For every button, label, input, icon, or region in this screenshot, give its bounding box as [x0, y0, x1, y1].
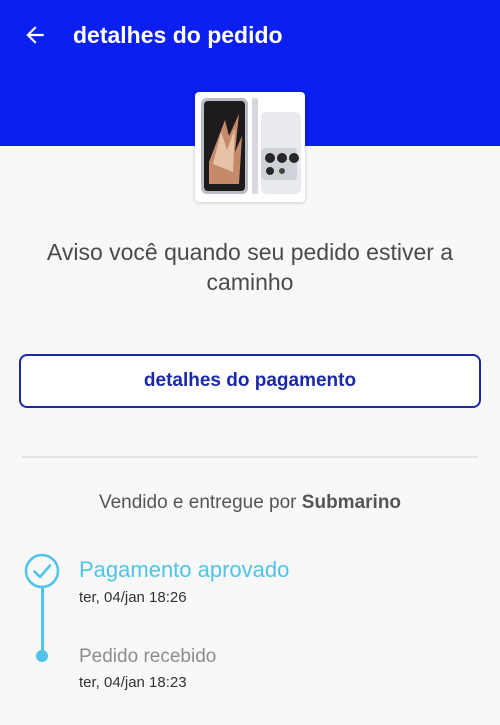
seller-prefix: Vendido e entregue por — [98, 492, 302, 513]
product-image[interactable] — [195, 92, 305, 202]
dot-icon — [36, 650, 48, 662]
payment-details-button[interactable]: detalhes do pagamento — [19, 354, 481, 408]
step-date: ter, 04/jan 18:26 — [79, 589, 187, 606]
payment-details-label: detalhes do pagamento — [143, 370, 357, 391]
smartphone-product-image — [199, 96, 301, 198]
seller-name: Submarino — [301, 492, 402, 513]
step-title: Pedido recebido — [79, 646, 217, 667]
back-button[interactable] — [20, 20, 50, 50]
step-title: Pagamento aprovado — [79, 557, 290, 582]
delivery-notice: Aviso você quando seu pedido estiver a c… — [46, 239, 454, 295]
timeline-line — [41, 586, 44, 656]
seller-info: Vendido e entregue por Submarino — [0, 490, 500, 516]
step-date: ter, 04/jan 18:23 — [79, 674, 187, 691]
page-title: detalhes do pedido — [73, 22, 283, 48]
arrow-left-icon — [26, 26, 44, 44]
divider — [22, 456, 478, 458]
check-circle-icon — [24, 553, 60, 589]
